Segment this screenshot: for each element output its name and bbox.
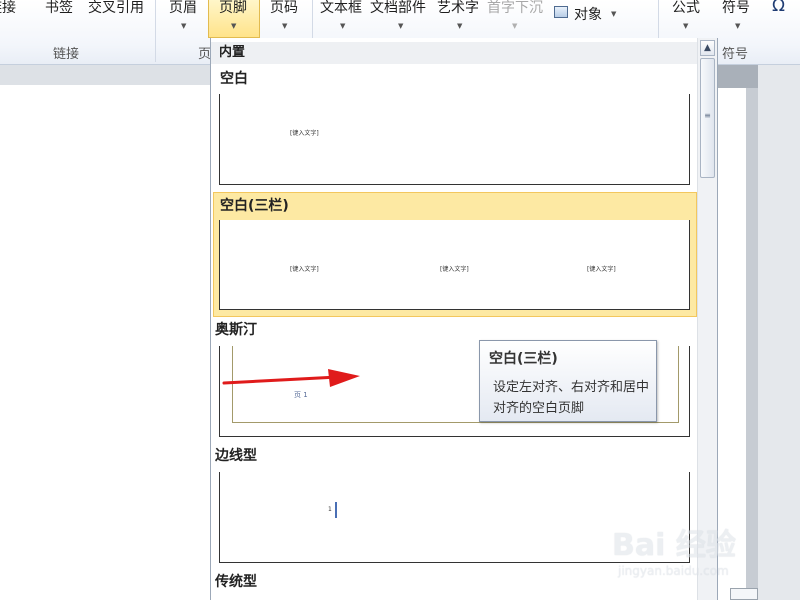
object-caret-icon: ▼ — [611, 10, 617, 18]
document-right-pane — [758, 65, 800, 600]
wordart-caret-icon: ▼ — [457, 22, 463, 30]
tooltip-description: 设定左对齐、右对齐和居中对齐的空白页脚 — [493, 380, 650, 416]
drop-cap-caret-icon: ▼ — [512, 22, 518, 30]
equation-caret-icon: ▼ — [683, 22, 689, 30]
page-number-caret-icon: ▼ — [282, 22, 288, 30]
object-icon — [554, 6, 568, 18]
watermark-main: Bai 经验 — [612, 528, 736, 563]
quick-parts-button[interactable]: 文档部件 — [370, 0, 426, 17]
view-scroll-control[interactable] — [730, 588, 758, 600]
footer-gallery: 内置 空白 [键入文字] 空白(三栏) [键入文字] [键入文字] [键入文字]… — [210, 38, 718, 600]
gallery-item-label: 空白(三栏) — [220, 198, 289, 214]
document-top-margin — [0, 65, 212, 85]
baidu-watermark: Bai 经验 jingyan.baidu.com — [612, 520, 736, 578]
placeholder-text: [键入文字] — [440, 266, 469, 273]
scroll-grip-icon: ≡ — [704, 111, 711, 120]
gallery-item-label: 奥斯汀 — [215, 322, 257, 338]
sideline-mark — [335, 502, 337, 518]
gallery-item-label: 边线型 — [215, 448, 257, 464]
gallery-section-title: 内置 — [211, 42, 697, 64]
placeholder-text: [键入文字] — [587, 266, 616, 273]
textbox-caret-icon: ▼ — [340, 22, 346, 30]
document-page[interactable] — [0, 85, 212, 600]
document-shadow — [746, 88, 758, 600]
scroll-thumb[interactable]: ≡ — [700, 58, 715, 178]
tooltip: 空白(三栏) 设定左对齐、右对齐和居中对齐的空白页脚 — [479, 340, 657, 422]
watermark-url: jingyan.baidu.com — [618, 564, 729, 578]
textbox-button[interactable]: 文本框 — [320, 0, 362, 17]
placeholder-text: [键入文字] — [290, 130, 319, 137]
quick-parts-caret-icon: ▼ — [398, 22, 404, 30]
bookmark-button[interactable]: 书签 — [45, 0, 73, 17]
footer-button[interactable]: 页脚 ▼ — [208, 0, 260, 38]
group-label-links: 链接 — [53, 47, 80, 62]
footer-button-label: 页脚 — [219, 0, 247, 16]
group-label-symbols: 符号 — [722, 47, 749, 62]
equation-button[interactable]: 公式 — [672, 0, 700, 17]
tooltip-title: 空白(三栏) — [489, 351, 558, 367]
gallery-item-label: 传统型 — [215, 574, 257, 590]
gallery-item-label: 空白 — [220, 71, 248, 87]
group-separator — [155, 0, 156, 62]
hyperlink-button[interactable]: 超链接 — [0, 0, 16, 17]
gallery-item-preview: [键入文字] [键入文字] [键入文字] — [219, 220, 690, 310]
omega-icon[interactable]: Ω — [772, 0, 785, 16]
footer-caret-icon: ▼ — [231, 22, 237, 30]
red-arrow-icon — [222, 369, 360, 387]
scroll-up-icon[interactable]: ▲ — [700, 40, 715, 56]
gallery-scrollbar[interactable]: ▲ ≡ — [697, 38, 717, 600]
symbol-caret-icon: ▼ — [735, 22, 741, 30]
wordart-button[interactable]: 艺术字 — [437, 0, 479, 17]
cross-reference-button[interactable]: 交叉引用 — [88, 0, 144, 17]
symbol-button[interactable]: 符号 — [722, 0, 750, 17]
page-number-text: 1 — [328, 506, 332, 513]
gallery-item-blank[interactable]: [键入文字] — [219, 94, 690, 185]
header-caret-icon: ▼ — [181, 22, 187, 30]
header-button[interactable]: 页眉 — [169, 0, 197, 17]
placeholder-text: [键入文字] — [290, 266, 319, 273]
object-button[interactable]: 对象 — [574, 4, 602, 24]
drop-cap-button[interactable]: 首字下沉 — [487, 0, 543, 17]
page-number-button[interactable]: 页码 — [270, 0, 298, 17]
